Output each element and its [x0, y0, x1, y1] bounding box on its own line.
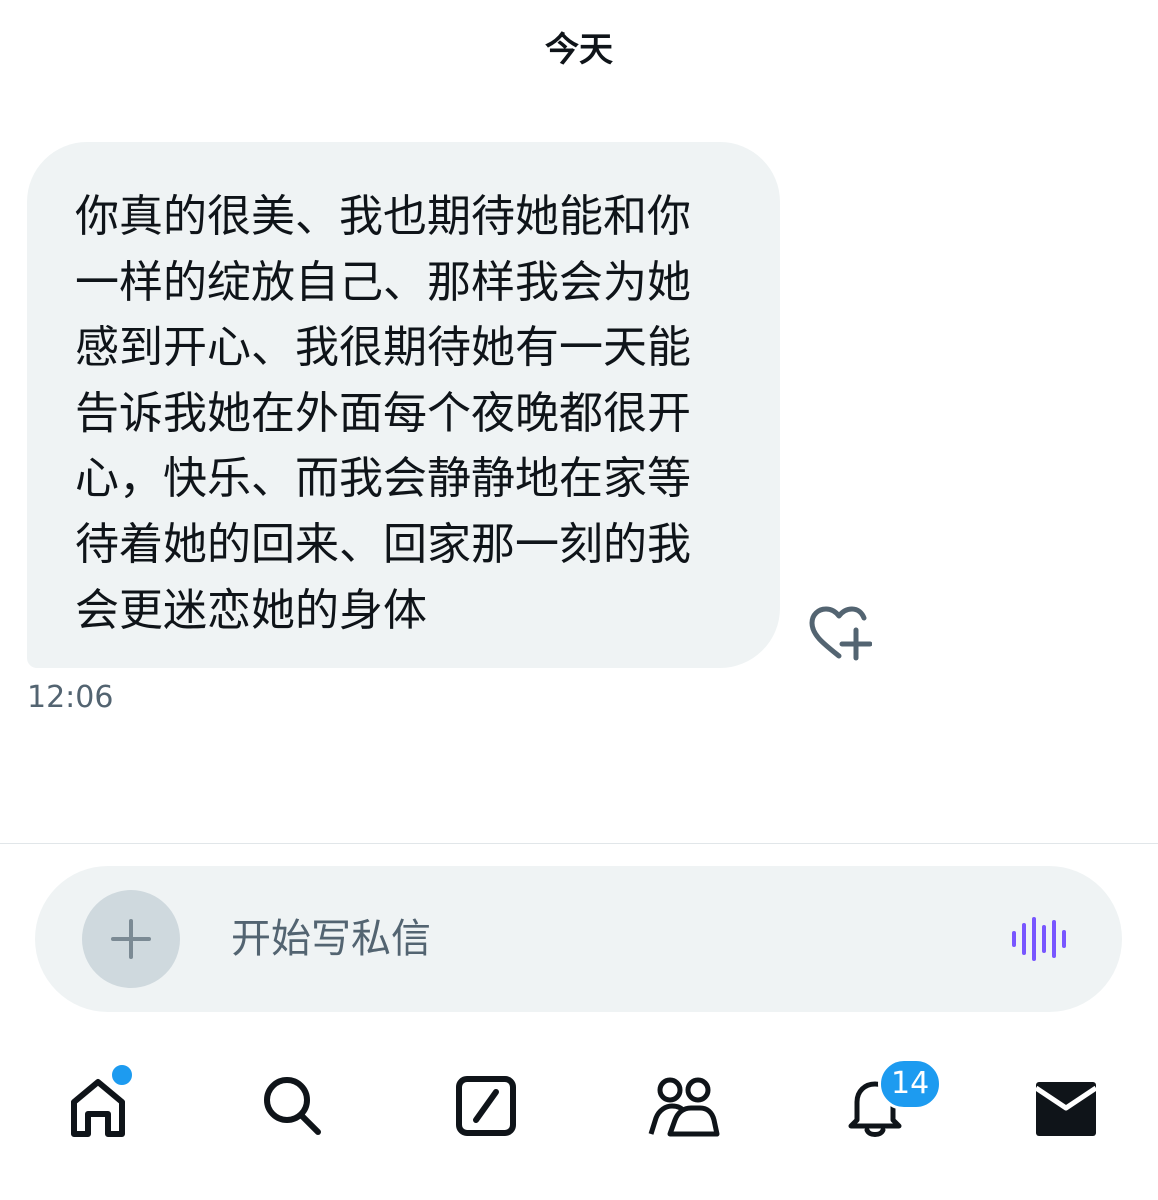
- message-timestamp: 12:06: [27, 680, 114, 715]
- nav-search[interactable]: [252, 1060, 332, 1150]
- message-composer: [35, 866, 1122, 1012]
- add-reaction-button[interactable]: [806, 604, 873, 664]
- message-bubble[interactable]: 你真的很美、我也期待她能和你 一样的绽放自己、那样我会为她 感到开心、我很期待她…: [27, 142, 780, 668]
- voice-message-button[interactable]: [1010, 917, 1070, 961]
- grok-icon: [456, 1076, 516, 1136]
- home-notification-dot: [110, 1063, 134, 1087]
- bottom-navigation: [0, 1060, 1158, 1160]
- plus-icon: [111, 919, 151, 959]
- add-attachment-button[interactable]: [82, 890, 180, 988]
- people-icon: [648, 1077, 720, 1137]
- voice-waveform-icon: [1012, 917, 1066, 961]
- nav-grok[interactable]: [446, 1060, 526, 1150]
- search-icon: [264, 1077, 321, 1135]
- message-input[interactable]: [231, 904, 971, 974]
- notifications-count-badge: 14: [878, 1058, 943, 1110]
- composer-divider: [0, 843, 1158, 844]
- message-text: 你真的很美、我也期待她能和你 一样的绽放自己、那样我会为她 感到开心、我很期待她…: [75, 191, 691, 636]
- envelope-icon: [1034, 1082, 1098, 1136]
- heart-plus-icon: [809, 606, 873, 661]
- nav-communities[interactable]: [640, 1060, 720, 1150]
- date-header: 今天: [545, 30, 613, 70]
- nav-messages[interactable]: [1026, 1060, 1106, 1150]
